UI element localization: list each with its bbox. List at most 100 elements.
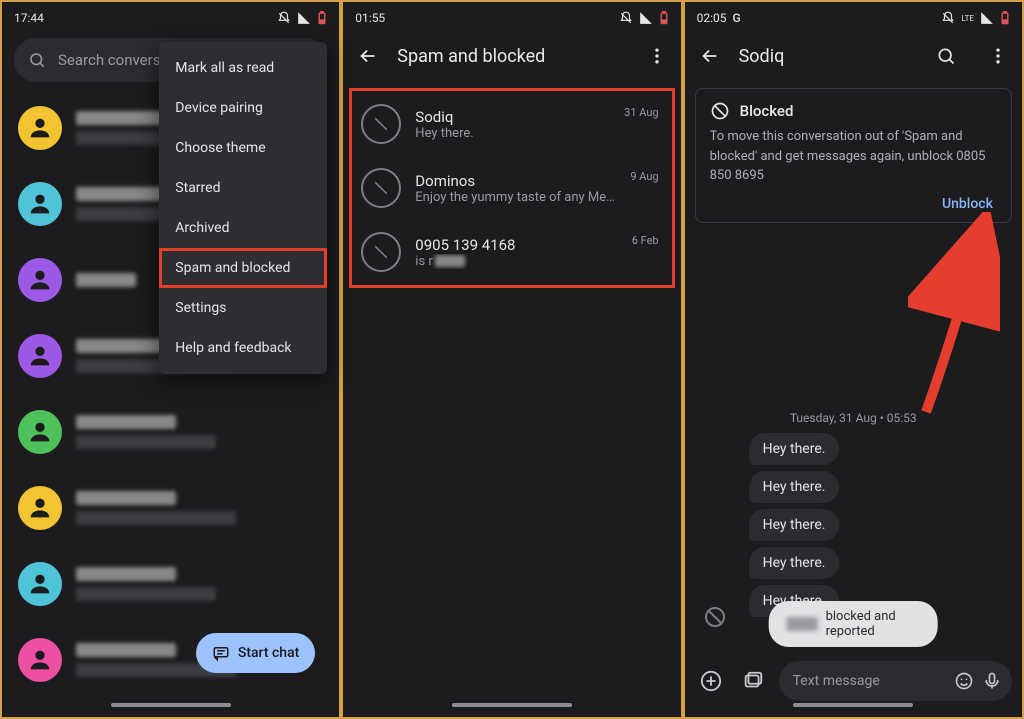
blocked-circle-icon — [361, 232, 401, 272]
blocked-date: 9 Aug — [630, 170, 658, 183]
back-icon[interactable] — [357, 45, 379, 67]
avatar — [18, 486, 62, 530]
fab-label: Start chat — [238, 645, 299, 661]
avatar — [18, 562, 62, 606]
gallery-button[interactable] — [737, 665, 769, 697]
plus-circle-icon — [700, 670, 722, 692]
nav-bar — [2, 703, 339, 711]
blocked-item[interactable]: Dominos Enjoy the yummy taste of any Med… — [355, 156, 668, 220]
dnd-icon — [941, 11, 955, 25]
blocked-name: 0905 139 4168 — [415, 236, 617, 254]
message-bubble[interactable]: Hey there. — [749, 547, 840, 579]
blocked-circle-icon — [703, 605, 727, 629]
unblock-button[interactable]: Unblock — [710, 186, 997, 214]
blocked-card-body: To move this conversation out of 'Spam a… — [710, 127, 997, 186]
conversation-row[interactable] — [2, 470, 339, 546]
message-placeholder: Text message — [793, 673, 880, 689]
blocked-item[interactable]: Sodiq Hey there. 31 Aug — [355, 92, 668, 156]
blurred-content — [76, 491, 323, 525]
more-icon[interactable] — [647, 46, 667, 66]
menu-mark-all-read[interactable]: Mark all as read — [159, 48, 327, 88]
avatar — [18, 182, 62, 226]
blocked-circle-icon — [361, 104, 401, 144]
blurred-content — [76, 415, 323, 449]
blocked-circle-icon — [710, 101, 730, 121]
blocked-preview: Hey there. — [415, 126, 610, 141]
signal-icon — [980, 11, 994, 25]
blocked-preview: Enjoy the yummy taste of any Medium … — [415, 190, 616, 205]
message-bubble[interactable]: Hey there. — [749, 433, 840, 465]
menu-starred[interactable]: Starred — [159, 168, 327, 208]
blurred-content — [787, 617, 818, 631]
blocked-date: 6 Feb — [632, 234, 659, 247]
avatar — [18, 334, 62, 378]
signal-icon — [297, 11, 311, 25]
status-icons — [619, 11, 669, 25]
network-label: LTE — [961, 14, 974, 23]
conversation-row[interactable] — [2, 546, 339, 622]
appbar-title: Spam and blocked — [397, 46, 628, 67]
dnd-icon — [619, 11, 633, 25]
status-time: 02:05 G — [697, 11, 741, 25]
blocked-list: Sodiq Hey there. 31 Aug Dominos Enjoy th… — [349, 88, 674, 288]
dnd-icon — [277, 11, 291, 25]
menu-archived[interactable]: Archived — [159, 208, 327, 248]
more-icon[interactable] — [988, 46, 1008, 66]
search-icon — [28, 51, 46, 69]
nav-bar — [685, 703, 1022, 711]
status-icons — [277, 11, 327, 25]
blocked-date: 31 Aug — [624, 106, 658, 119]
message-timestamp: Tuesday, 31 Aug • 05:53 — [685, 411, 1022, 425]
blocked-info-card: Blocked To move this conversation out of… — [695, 88, 1012, 223]
screen-conversation: 02:05 G LTE Sodiq Blocked To move this c… — [683, 0, 1024, 719]
conversation-row[interactable] — [2, 394, 339, 470]
menu-settings[interactable]: Settings — [159, 288, 327, 328]
blocked-item[interactable]: 0905 139 4168 is r 6 Feb — [355, 220, 668, 284]
start-chat-fab[interactable]: Start chat — [196, 633, 315, 673]
gallery-icon — [742, 670, 764, 692]
appbar: Sodiq — [685, 30, 1022, 82]
message-input[interactable]: Text message — [779, 661, 1012, 701]
search-placeholder: Search conversat — [58, 51, 174, 69]
statusbar: 17:44 — [2, 2, 339, 30]
statusbar: 01:55 — [343, 2, 680, 30]
chat-icon — [212, 644, 230, 662]
avatar — [18, 106, 62, 150]
message-list: Hey there. Hey there. Hey there. Hey the… — [685, 433, 1022, 617]
signal-icon — [639, 11, 653, 25]
avatar — [18, 258, 62, 302]
screen-messages-home: 17:44 Search conversat — [0, 0, 341, 719]
menu-help-feedback[interactable]: Help and feedback — [159, 328, 327, 368]
avatar — [18, 410, 62, 454]
menu-choose-theme[interactable]: Choose theme — [159, 128, 327, 168]
menu-spam-and-blocked[interactable]: Spam and blocked — [159, 248, 327, 288]
status-time: 17:44 — [14, 11, 44, 25]
snackbar: blocked and reported — [769, 601, 938, 647]
annotation-arrow — [908, 212, 1000, 422]
menu-device-pairing[interactable]: Device pairing — [159, 88, 327, 128]
blocked-name: Dominos — [415, 172, 616, 190]
status-icons: LTE — [941, 11, 1010, 25]
search-icon[interactable] — [936, 46, 956, 66]
avatar — [18, 638, 62, 682]
statusbar: 02:05 G LTE — [685, 2, 1022, 30]
overflow-menu: Mark all as read Device pairing Choose t… — [159, 42, 327, 374]
message-bubble[interactable]: Hey there. — [749, 509, 840, 541]
battery-icon — [1000, 11, 1010, 25]
blocked-circle-icon — [361, 168, 401, 208]
screen-spam-blocked: 01:55 Spam and blocked Sodiq Hey there. … — [341, 0, 682, 719]
status-time: 01:55 — [355, 11, 385, 25]
back-icon[interactable] — [699, 45, 721, 67]
message-composer: Text message — [695, 661, 1012, 701]
emoji-icon[interactable] — [954, 671, 974, 691]
snackbar-text: blocked and reported — [826, 609, 920, 639]
nav-bar — [343, 703, 680, 711]
conversation-title: Sodiq — [739, 46, 918, 67]
message-bubble[interactable]: Hey there. — [749, 471, 840, 503]
battery-icon — [317, 11, 327, 25]
battery-icon — [659, 11, 669, 25]
blurred-content — [76, 567, 323, 601]
mic-icon[interactable] — [982, 671, 1002, 691]
add-button[interactable] — [695, 665, 727, 697]
blocked-preview: is r — [415, 254, 617, 269]
